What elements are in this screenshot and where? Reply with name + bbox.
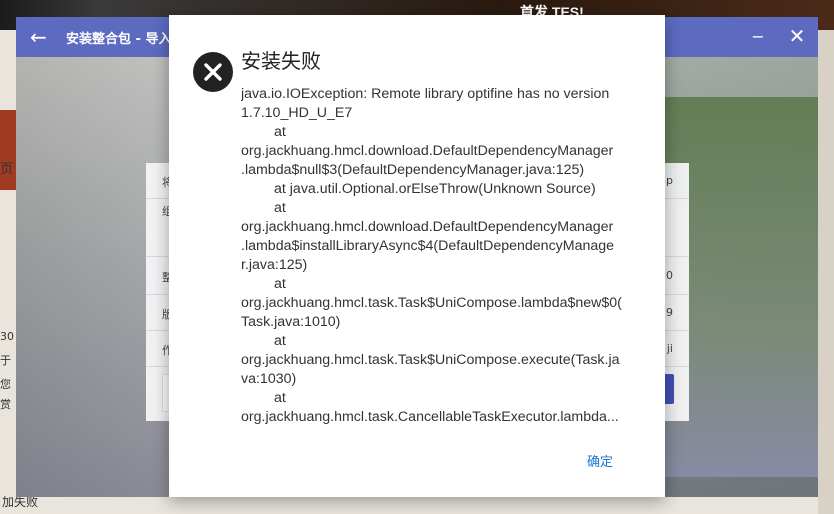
install-row-value: p	[666, 174, 673, 187]
error-dialog: 安装失败 java.io.IOException: Remote library…	[169, 15, 665, 497]
left-fragment-1: 页	[0, 162, 14, 177]
error-message-line: at	[274, 390, 286, 406]
error-circle-icon	[193, 52, 233, 92]
error-message-line: at	[274, 200, 286, 216]
install-row-value: 0	[666, 269, 673, 282]
error-message-line: org.jackhuang.hmcl.download.DefaultDepen…	[241, 219, 614, 235]
error-message-line: org.jackhuang.hmcl.download.DefaultDepen…	[241, 143, 614, 159]
error-message-line: va:1030)	[241, 371, 297, 387]
left-fragment-4: 您	[0, 378, 11, 391]
window-title: 安装整合包 - 导入	[66, 32, 172, 47]
error-message-line: at	[274, 276, 286, 292]
install-row-value: ji	[666, 342, 673, 355]
error-message-line: r.java:125)	[241, 257, 308, 273]
back-arrow-icon[interactable]: ←	[30, 27, 52, 47]
error-message-line: Task.java:1010)	[241, 314, 341, 330]
error-message-line: at	[274, 124, 286, 140]
error-message-line: .lambda$installLibraryAsync$4(DefaultDep…	[241, 238, 615, 254]
right-panel	[818, 30, 834, 514]
error-message-line: at java.util.Optional.orElseThrow(Unknow…	[274, 181, 596, 197]
left-fragment-5: 赏	[0, 398, 11, 411]
error-message-line: org.jackhuang.hmcl.task.Task$UniCompose.…	[241, 352, 620, 368]
error-title: 安装失败	[241, 49, 321, 73]
error-message-line: .lambda$null$3(DefaultDependencyManager.…	[241, 162, 585, 178]
close-icon[interactable]: ✕	[786, 25, 808, 47]
error-message-line: org.jackhuang.hmcl.task.Task$UniCompose.…	[241, 295, 622, 311]
install-row-value: 9	[666, 306, 673, 319]
error-message-line: java.io.IOException: Remote library opti…	[241, 86, 610, 102]
left-fragment-3: 于	[0, 354, 11, 367]
error-message-line: 1.7.10_HD_U_E7	[241, 105, 353, 121]
error-message-line: org.jackhuang.hmcl.task.CancellableTaskE…	[241, 409, 619, 425]
error-message-line: at	[274, 333, 286, 349]
minimize-icon[interactable]: −	[748, 27, 768, 47]
error-message: java.io.IOException: Remote library opti…	[241, 85, 645, 425]
ok-button[interactable]: 确定	[587, 451, 613, 470]
left-fragment-2: 30	[0, 330, 14, 343]
